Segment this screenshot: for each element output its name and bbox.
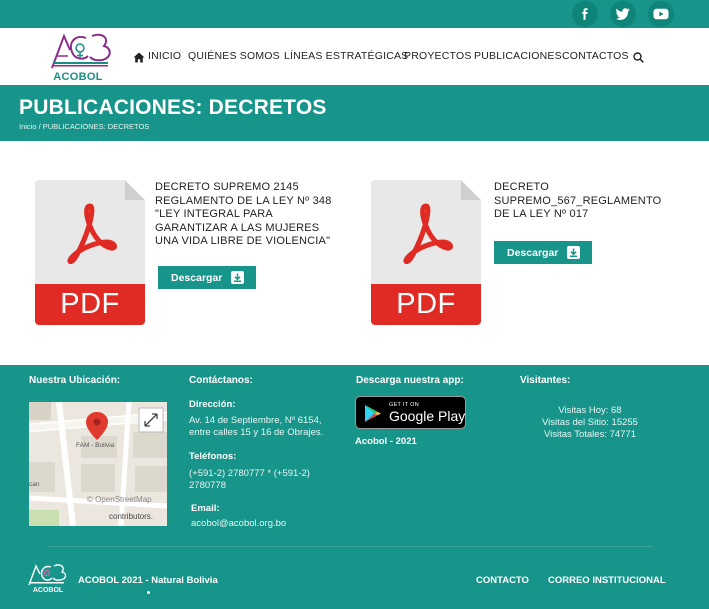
email-link[interactable]: acobol@acobol.org.bo [191, 518, 286, 530]
download-button-label: Descargar [507, 246, 559, 259]
download-button[interactable]: Descargar [494, 241, 592, 264]
location-heading: Nuestra Ubicación: [29, 375, 121, 386]
address-label: Dirección: [189, 399, 236, 410]
pdf-file-icon[interactable]: PDF [371, 180, 481, 325]
contact-heading: Contáctanos: [189, 375, 253, 386]
nav-lineas-estrategicas[interactable]: LÍNEAS ESTRATÉGICAS [284, 50, 408, 62]
acrobat-icon [403, 203, 453, 264]
map-attribution-contributors[interactable]: contributors. [109, 512, 153, 521]
footer-logo[interactable]: ACOBOL [26, 562, 70, 596]
nav-quienes-somos[interactable]: QUIÉNES SOMOS [188, 50, 280, 62]
google-play-icon [365, 405, 381, 422]
phones-text: (+591-2) 2780777 * (+591-2) 2780778 [189, 468, 310, 491]
nav-contactos[interactable]: CONTACTOS [562, 50, 629, 62]
nav-publicaciones[interactable]: PUBLICACIONES [474, 50, 562, 62]
address-text: Av. 14 de Septiembre, Nº 6154, entre cal… [189, 415, 324, 438]
acrobat-icon [67, 203, 117, 264]
google-play-big-text: Google Play [389, 408, 466, 424]
footer-dot [147, 591, 150, 594]
map-attribution: © OpenStreetMap [87, 495, 152, 504]
home-icon[interactable] [133, 52, 145, 63]
location-map[interactable]: FAM - Bolivia can © OpenStreetMap contri… [29, 402, 167, 526]
footer-link-correo-institucional[interactable]: CORREO INSTITUCIONAL [548, 575, 666, 586]
download-button-label: Descargar [171, 271, 223, 284]
pdf-file-icon[interactable]: PDF [35, 180, 145, 325]
footer-link-contacto[interactable]: CONTACTO [476, 575, 529, 586]
footer-logo-mark [28, 564, 67, 586]
twitter-icon [616, 8, 630, 20]
page-title-band: PUBLICACIONES: DECRETOS Inicio / PUBLICA… [0, 85, 709, 141]
google-play-badge[interactable]: GET IT ON Google Play [355, 396, 466, 429]
footer-copyright: ACOBOL 2021 - Natural Bolivia [78, 575, 218, 586]
facebook-link[interactable] [572, 1, 598, 27]
pdf-label: PDF [396, 288, 456, 320]
map-tiles [29, 402, 167, 526]
youtube-icon [653, 8, 669, 20]
logo-text: ACOBOL [53, 71, 103, 83]
acobol-logo-mark [51, 33, 111, 69]
footer-divider [48, 546, 653, 547]
page: ACOBOL INICIO QUIÉNES SOMOS LÍNEAS ESTRA… [0, 0, 709, 609]
document-title[interactable]: DECRETO SUPREMO_567_REGLAMENTO DE LA LEY… [494, 181, 676, 222]
download-icon [231, 271, 245, 284]
footer-logo-text: ACOBOL [32, 587, 64, 594]
twitter-link[interactable] [610, 1, 636, 27]
visits-site: Visitas del Sitio: 15255 [542, 417, 638, 428]
map-partial-label: can [29, 481, 40, 488]
visits-total: Visitas Totales: 74771 [543, 429, 637, 440]
youtube-link[interactable] [648, 1, 674, 27]
nav-inicio[interactable]: INICIO [148, 50, 181, 62]
visitors-stats: Visitas Hoy: 68 Visitas del Sitio: 15255… [530, 405, 650, 441]
app-caption: Acobol - 2021 [355, 436, 417, 447]
site-header: ACOBOL INICIO QUIÉNES SOMOS LÍNEAS ESTRA… [0, 28, 709, 85]
download-button[interactable]: Descargar [158, 266, 256, 289]
email-label: Email: [191, 503, 220, 514]
facebook-icon [582, 8, 588, 20]
page-title: PUBLICACIONES: DECRETOS [19, 96, 327, 119]
app-heading: Descarga nuestra app: [356, 375, 464, 386]
site-footer: Nuestra Ubicación: FAM - Bolivia can © O… [0, 365, 709, 609]
search-icon[interactable] [633, 52, 644, 63]
document-title[interactable]: DECRETO SUPREMO 2145 REGLAMENTO DE LA LE… [155, 181, 345, 249]
acobol-logo[interactable]: ACOBOL [46, 30, 118, 84]
download-icon [567, 246, 581, 259]
top-social-bar [0, 0, 709, 28]
phones-label: Teléfonos: [189, 451, 237, 462]
breadcrumb[interactable]: Inicio / PUBLICACIONES: DECRETOS [19, 122, 149, 131]
map-place-label: FAM - Bolivia [76, 442, 115, 449]
pdf-label: PDF [60, 288, 120, 320]
visits-today: Visitas Hoy: 68 [558, 405, 622, 416]
visitors-heading: Visitantes: [520, 375, 571, 386]
nav-proyectos[interactable]: PROYECTOS [404, 50, 472, 62]
